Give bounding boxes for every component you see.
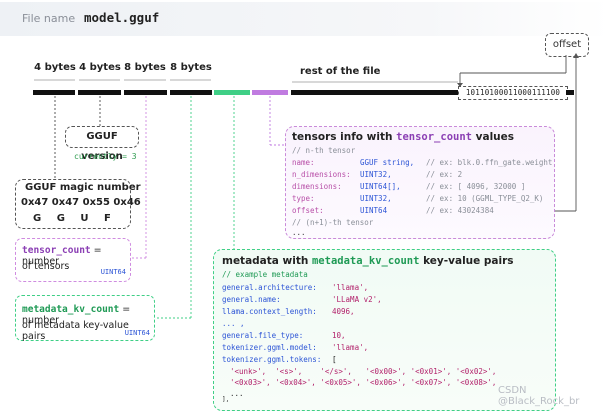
segment-tensor-count	[124, 90, 167, 95]
metadata-comment: // example metadata	[222, 270, 308, 279]
tensors-info-title: tensors info with tensor_count values	[292, 131, 514, 143]
tensor-count-type: UINT64	[100, 268, 126, 276]
meta-value: 4096,	[332, 307, 355, 316]
segment-kv-count	[170, 90, 212, 95]
row-key: dimensions:	[292, 182, 342, 191]
row-type: GGUF string,	[360, 158, 415, 167]
kv-count-name: metadata_kv_count	[22, 304, 120, 315]
segment-version	[78, 90, 121, 95]
metadata-title-suffix: key-value pairs	[419, 255, 514, 267]
row-type: UINT64[],	[360, 182, 401, 191]
meta-key: tokenizer.ggml.tokens:	[222, 355, 322, 364]
row-key: n_dimensions:	[292, 170, 351, 179]
tensors-info-comment-first: // n-th tensor	[292, 146, 355, 155]
meta-key: ... ,	[222, 319, 245, 328]
meta-value: 'llama',	[332, 343, 369, 352]
row-key: name:	[292, 158, 315, 167]
metadata-row: general.file_type: 10,	[222, 331, 346, 340]
metadata-row: tokenizer.ggml.tokens: [	[222, 355, 337, 364]
meta-key: general.architecture:	[222, 283, 317, 292]
kv-count-type: UINT64	[124, 329, 150, 337]
metadata-title: metadata with metadata_kv_count key-valu…	[222, 255, 514, 267]
magic-number-title: GGUF magic number	[25, 182, 141, 193]
comment-text: // n-th tensor	[292, 146, 356, 155]
meta-value: 10,	[332, 331, 346, 340]
tensors-info-row: type: UINT32, // ex: 10 (GGML_TYPE_Q2_K)	[292, 194, 543, 203]
row-type: UINT32,	[360, 194, 392, 203]
meta-value: 'llama',	[332, 283, 369, 292]
tensors-info-ellipsis: ...	[292, 228, 306, 237]
tensors-info-row: dimensions: UINT64[], // ex: [ 4096, 32000…	[292, 182, 525, 191]
metadata-row: ... ,	[222, 319, 332, 328]
tensors-info-row: n_dimensions: UINT32, // ex: 2	[292, 170, 462, 179]
meta-value: [	[332, 355, 337, 364]
tensors-info-title-code: tensor_count	[396, 131, 472, 143]
magic-number-letters: G G U F	[33, 213, 111, 224]
meta-key: general.name:	[222, 295, 281, 304]
segment-tensors-info	[252, 90, 288, 95]
metadata-title-code: metadata_kv_count	[311, 255, 420, 267]
metadata-row: llama.context_length: 4096,	[222, 307, 355, 316]
row-key: offset:	[292, 206, 324, 215]
metadata-tokens-line1: '<unk>', '<s>', '</s>', '<0x00>', '<0x01…	[230, 367, 496, 376]
meta-value: 'LLaMA v2',	[332, 295, 382, 304]
tokens-text: '<0x03>', '<0x04>', '<0x05>', '<0x06>', …	[230, 378, 497, 387]
row-key: type:	[292, 194, 315, 203]
kv-count-box: metadata_kv_count = number of metadata k…	[15, 295, 155, 342]
tensors-info-title-prefix: tensors info with	[292, 131, 397, 143]
metadata-row: tokenizer.ggml.model: 'llama',	[222, 343, 368, 352]
segment-rest	[291, 90, 458, 95]
row-example: // ex: 10 (GGML_TYPE_Q2_K)	[426, 194, 544, 203]
tensor-count-box: tensor_count = number of tensors UINT64	[15, 238, 131, 282]
segment-magic	[33, 90, 75, 95]
segment-metadata	[214, 90, 250, 95]
gguf-version-box: GGUF version	[65, 126, 139, 162]
row-example: // ex: blk.0.ffn_gate.weight	[426, 158, 553, 167]
row-example: // ex: [ 4096, 32000 ]	[426, 182, 526, 191]
tensors-info-title-suffix: values	[471, 131, 515, 143]
metadata-tokens-line2: '<0x03>', '<0x04>', '<0x05>', '<0x06>', …	[230, 378, 496, 387]
segment-end	[566, 90, 574, 95]
metadata-tokens-ellipsis: ...	[230, 389, 244, 398]
tensor-count-name: tensor_count	[22, 245, 91, 256]
meta-key: general.file_type:	[222, 331, 304, 340]
magic-number-hex: 0x47 0x47 0x55 0x46	[21, 197, 141, 208]
row-example: // ex: 43024384	[426, 206, 494, 215]
tensors-info-comment-next: // (n+1)-th tensor	[292, 218, 373, 227]
metadata-row: general.architecture: 'llama',	[222, 283, 368, 292]
tensor-count-line2: of tensors	[22, 261, 70, 272]
comment-text: // (n+1)-th tensor	[292, 218, 374, 227]
row-example: // ex: 2	[426, 170, 463, 179]
tensors-info-row: name: GGUF string, // ex: blk.0.ffn_gate.w…	[292, 158, 552, 167]
metadata-title-prefix: metadata with	[222, 255, 312, 267]
gguf-version-note: currently = 3	[74, 152, 137, 161]
row-type: UINT32,	[360, 170, 392, 179]
metadata-row: general.name: 'LLaMA v2',	[222, 295, 382, 304]
tokens-text: '<unk>', '<s>', '</s>', '<0x00>', '<0x01…	[230, 367, 497, 376]
row-type: UINT64	[360, 206, 388, 215]
watermark: CSDN @Black_Rock_br	[498, 385, 580, 407]
comment-text: // example metadata	[222, 270, 308, 279]
tensors-info-row: offset: UINT64 // ex: 43024384	[292, 206, 494, 215]
meta-key: llama.context_length:	[222, 307, 317, 316]
meta-key: tokenizer.ggml.model:	[222, 343, 317, 352]
